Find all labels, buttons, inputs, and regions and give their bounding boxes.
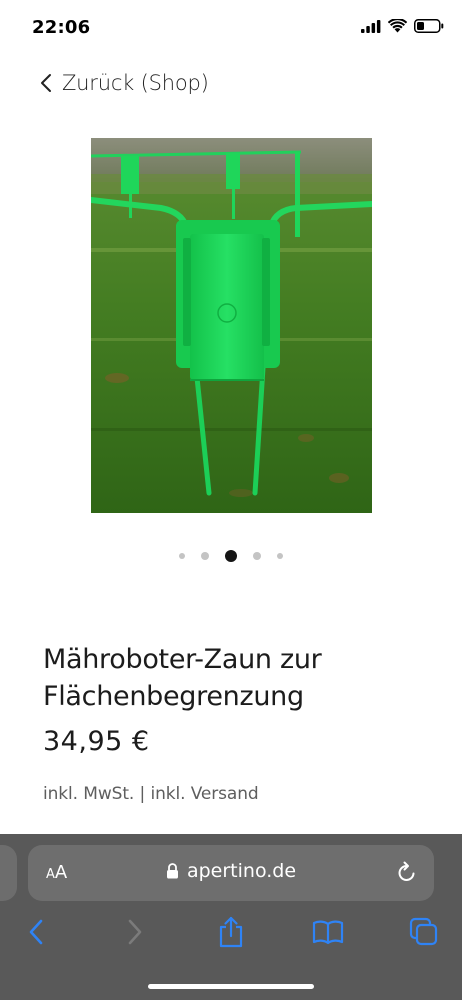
carousel-dot[interactable] (201, 552, 209, 560)
home-indicator[interactable] (148, 984, 314, 989)
tabs-button[interactable] (406, 914, 442, 950)
carousel-dot[interactable] (179, 553, 185, 559)
carousel-dot-active[interactable] (225, 550, 237, 562)
wifi-icon (388, 19, 407, 33)
bookmarks-icon (312, 920, 344, 945)
product-price: 34,95 € (43, 726, 150, 757)
carousel-dot[interactable] (253, 552, 261, 560)
carousel-dot[interactable] (277, 553, 283, 559)
url-text: apertino.de (186, 860, 297, 882)
browser-toolbar: AA apertino.de (0, 834, 462, 1000)
tabs-icon (409, 917, 438, 946)
back-button[interactable] (18, 914, 54, 950)
cellular-signal-icon (361, 19, 381, 33)
reload-icon[interactable] (396, 860, 418, 884)
carousel-dots[interactable] (0, 550, 462, 562)
status-time: 22:06 (32, 17, 91, 38)
lock-icon (166, 863, 178, 879)
bookmarks-button[interactable] (310, 914, 346, 950)
status-bar: 22:06 (0, 0, 462, 56)
previous-tab-edge[interactable] (0, 845, 17, 901)
browser-nav-toolbar (0, 914, 462, 954)
chevron-left-icon (41, 74, 51, 92)
forward-button[interactable] (117, 914, 153, 950)
tax-shipping-note: inkl. MwSt. | inkl. Versand (43, 784, 259, 804)
product-photo-garden-fence (91, 138, 372, 513)
product-image[interactable] (91, 138, 372, 513)
url-display[interactable]: apertino.de (28, 860, 434, 882)
back-label: Zurück (Shop) (62, 71, 209, 95)
battery-icon (414, 19, 444, 33)
status-icons (361, 19, 444, 33)
back-icon (29, 919, 43, 945)
share-button[interactable] (213, 914, 249, 950)
share-icon (219, 916, 243, 948)
product-title: Mähroboter-Zaun zur Flächenbegrenzung (43, 644, 322, 712)
address-bar[interactable]: AA apertino.de (28, 845, 434, 901)
back-to-shop-link[interactable]: Zurück (Shop) (40, 66, 209, 100)
forward-icon (128, 919, 142, 945)
